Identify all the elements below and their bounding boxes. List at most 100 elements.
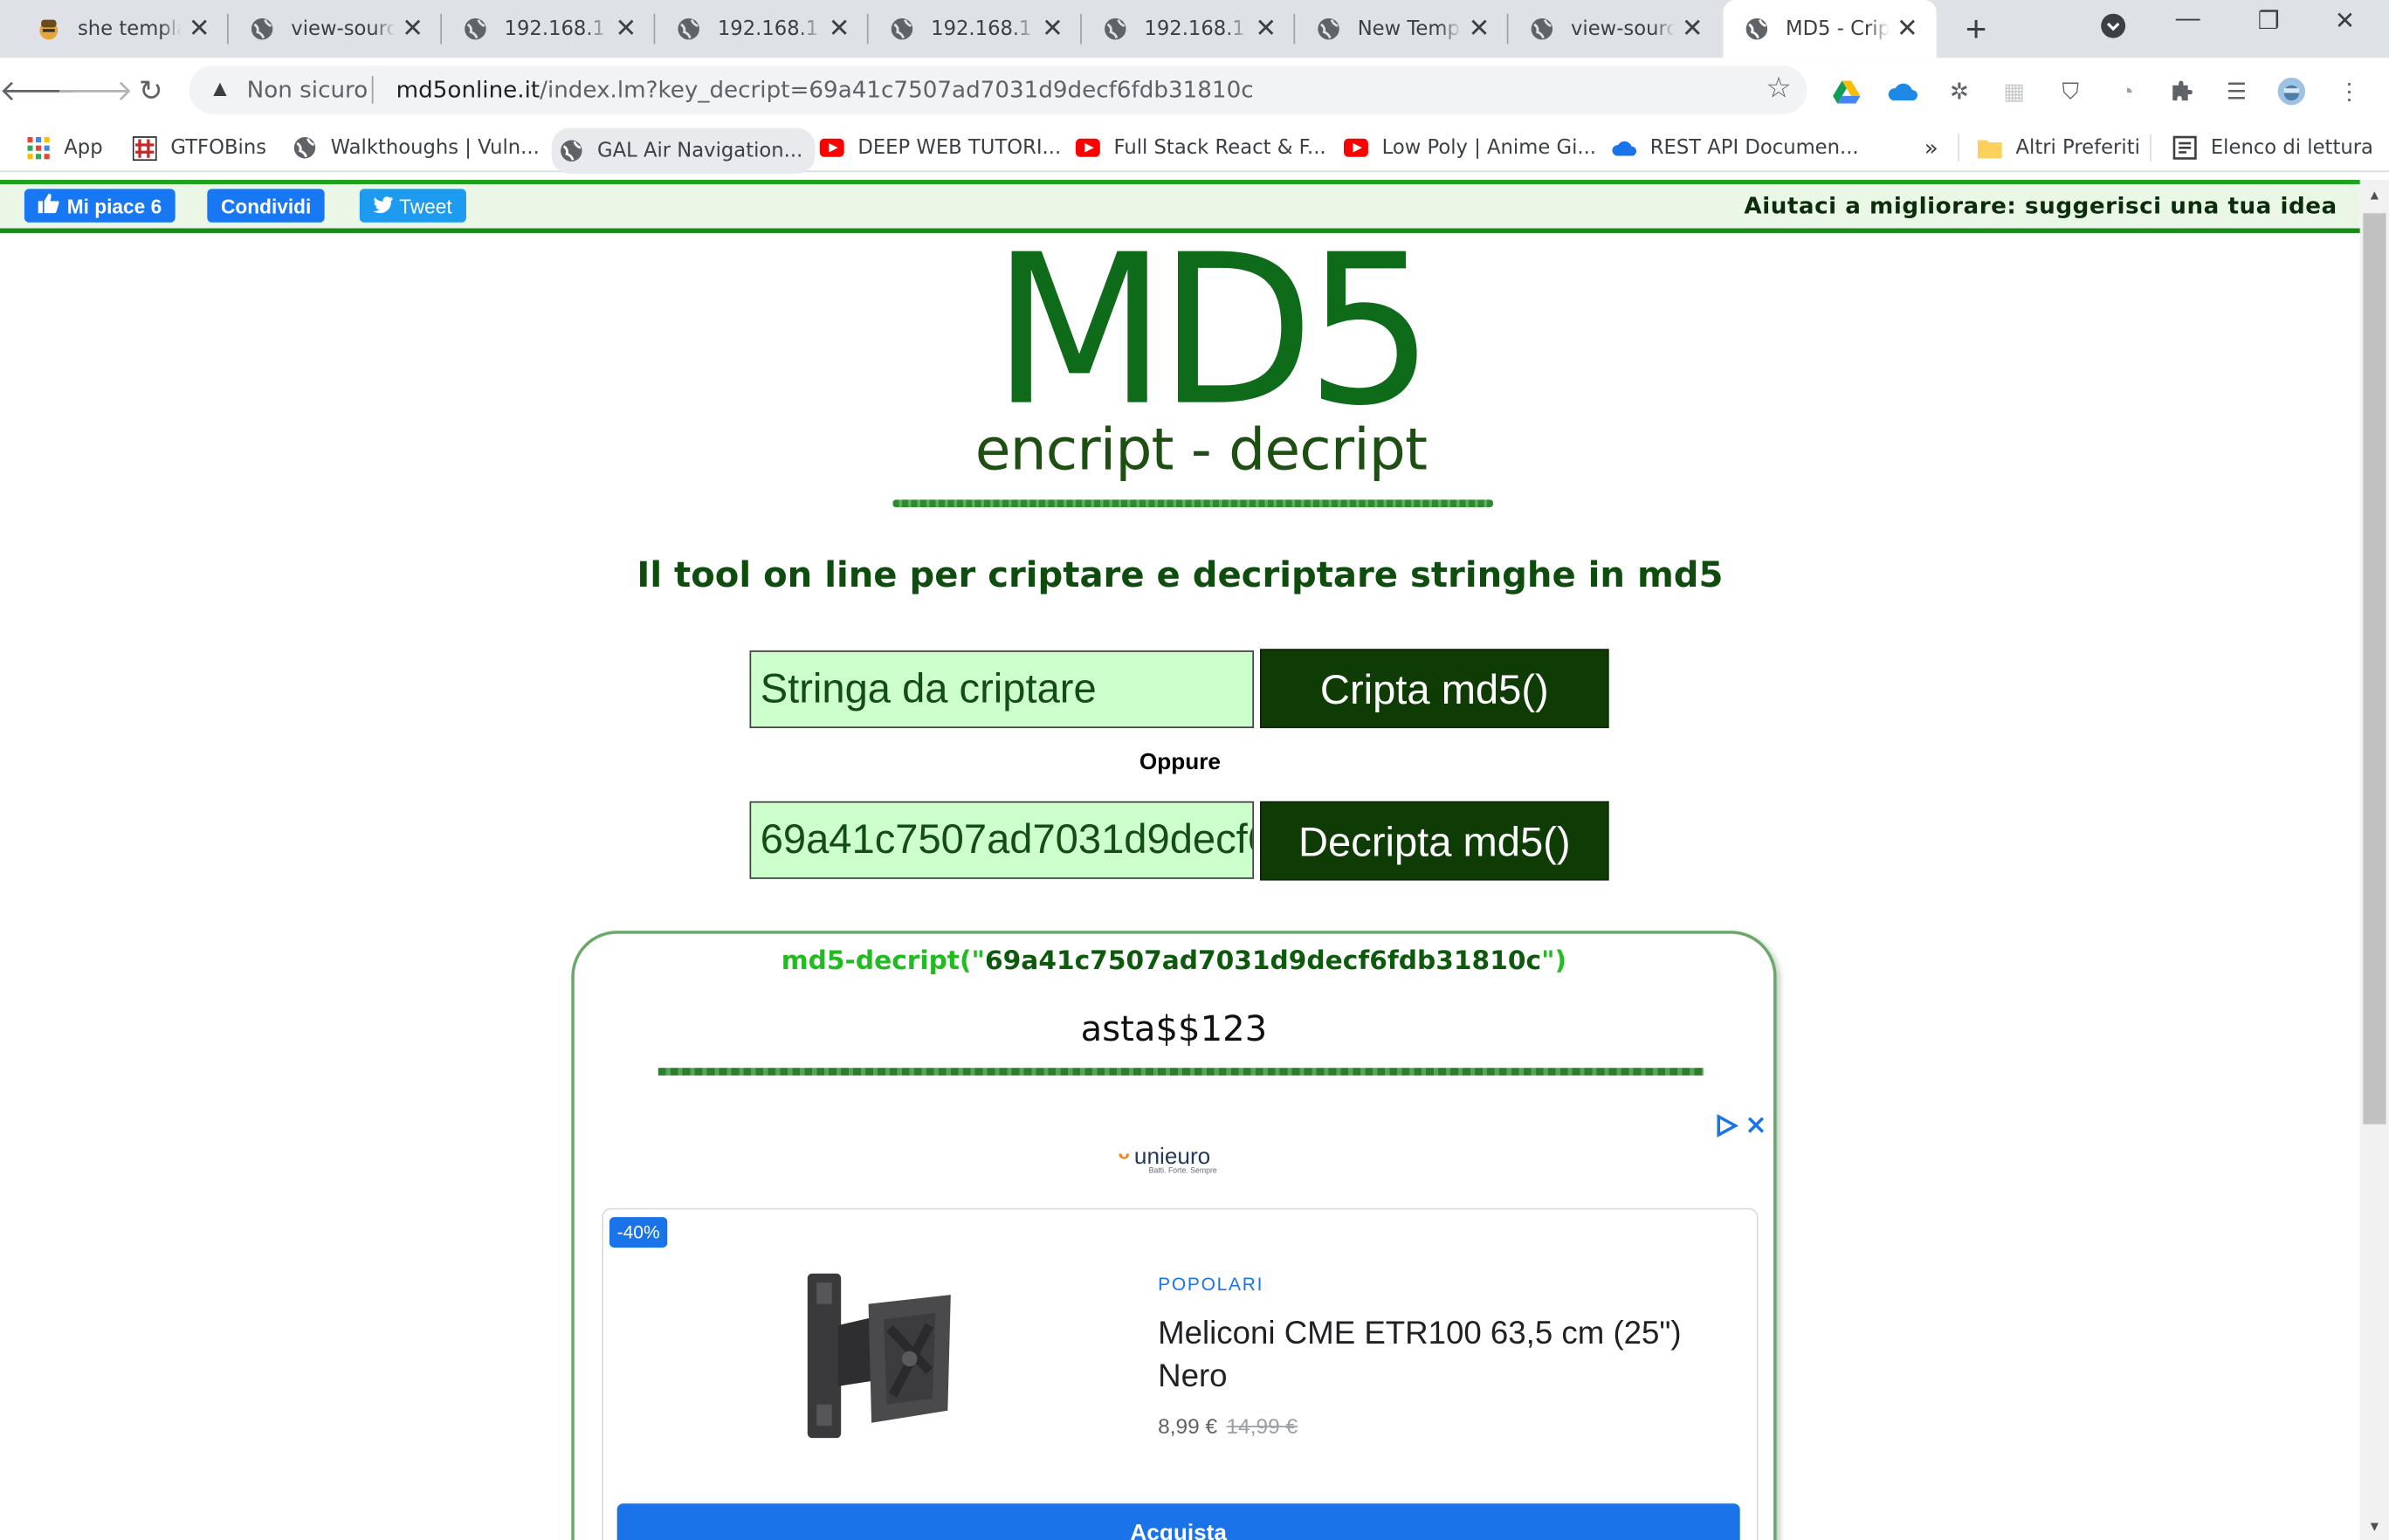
facebook-like-button[interactable]: Mi piace 6: [24, 189, 176, 223]
bookmark-deep-web[interactable]: DEEP WEB TUTORI...: [819, 133, 1062, 163]
tab-title: MD5 - Crip: [1786, 17, 1890, 41]
close-tab-icon[interactable]: ✕: [1897, 15, 1918, 41]
close-tab-icon[interactable]: ✕: [189, 15, 210, 41]
reload-icon[interactable]: ↻: [131, 72, 170, 111]
buy-button[interactable]: Acquista: [616, 1503, 1740, 1540]
logo-underline: [892, 499, 1494, 508]
url-text[interactable]: md5online.it/index.lm?key_decript=69a41c…: [396, 76, 1254, 103]
globe-icon: [293, 135, 317, 160]
onedrive-cloud-icon[interactable]: [1888, 76, 1918, 107]
bookmark-label: REST API Documen...: [1649, 136, 1859, 160]
media-queue-icon[interactable]: ☰: [2221, 76, 2252, 107]
tab-5[interactable]: 192.168.1.5 ✕: [869, 0, 1082, 58]
decrypt-call-label: md5-decript("69a41c7507ad7031d9decf6fdb3…: [575, 946, 1773, 977]
google-drive-icon[interactable]: [1831, 76, 1862, 107]
unieuro-mark-icon: ᵕ: [1118, 1140, 1130, 1172]
minimize-icon[interactable]: —: [2165, 6, 2211, 33]
tab-search-icon[interactable]: [2090, 12, 2136, 47]
bookmark-gal-air[interactable]: GAL Air Navigation...: [551, 127, 816, 174]
fn-hash: 69a41c7507ad7031d9decf6fdb31810c: [985, 945, 1542, 977]
page-scrollbar[interactable]: ▲ ▼: [2359, 179, 2389, 1540]
bookmark-label: DEEP WEB TUTORI...: [857, 136, 1062, 160]
adchoices-icon[interactable]: [1716, 1114, 1767, 1146]
bookmark-label: GAL Air Navigation...: [597, 139, 803, 162]
tv-mount-product-image[interactable]: [802, 1264, 969, 1454]
bookmark-label: Low Poly | Anime Gi...: [1381, 136, 1597, 160]
omnibox-divider: [371, 76, 374, 104]
tab-title: 192.168.1.5: [504, 17, 609, 41]
bookmark-app[interactable]: App: [26, 133, 103, 163]
cloud-icon: [1612, 135, 1637, 160]
bookmark-gtfobins[interactable]: GTFOBins: [132, 133, 266, 163]
close-tab-icon[interactable]: ✕: [1469, 15, 1491, 41]
tab-8[interactable]: view-sourc ✕: [1508, 0, 1721, 58]
tab-1[interactable]: she templa ✕: [15, 0, 229, 58]
tab-3[interactable]: 192.168.1.5 ✕: [442, 0, 656, 58]
youtube-icon: [819, 135, 844, 160]
tab-4[interactable]: 192.168.1.5 ✕: [655, 0, 869, 58]
tab-6[interactable]: 192.168.1.5 ✕: [1082, 0, 1296, 58]
restore-icon[interactable]: ❐: [2246, 6, 2291, 37]
url-domain: md5online.it: [396, 76, 540, 104]
facebook-share-button[interactable]: Condividi: [207, 189, 326, 223]
close-tab-icon[interactable]: ✕: [616, 15, 637, 41]
apps-grid-icon: [26, 135, 51, 160]
scroll-down-icon[interactable]: ▼: [2368, 1519, 2382, 1534]
product-name[interactable]: Meliconi CME ETR100 63,5 cm (25") Nero: [1158, 1313, 1737, 1399]
old-price: 14,99 €: [1226, 1413, 1298, 1439]
bookmark-label: Walkthoughs | Vuln...: [330, 136, 540, 160]
extensions-puzzle-icon[interactable]: [2166, 76, 2197, 107]
scrollbar-thumb[interactable]: [2363, 213, 2386, 1124]
folder-icon: [1977, 135, 2002, 160]
forward-icon[interactable]: 🡒: [56, 72, 134, 111]
encrypt-input[interactable]: Stringa da criptare: [749, 650, 1255, 729]
tab-title: she templa: [77, 17, 182, 41]
ad-product-card[interactable]: -40% POPOLARI Meliconi CME ETR100 63,5 c: [602, 1207, 1759, 1540]
bookmark-altri-preferiti[interactable]: Altri Preferiti: [1977, 133, 2140, 163]
close-tab-icon[interactable]: ✕: [1682, 15, 1704, 41]
grid-extension-icon[interactable]: ▦: [1999, 76, 2029, 107]
bookmark-low-poly[interactable]: Low Poly | Anime Gi...: [1344, 133, 1596, 163]
close-tab-icon[interactable]: ✕: [829, 15, 850, 41]
tab-title: view-sourc: [1570, 17, 1675, 41]
tweet-button[interactable]: Tweet: [359, 189, 466, 223]
close-tab-icon[interactable]: ✕: [402, 15, 423, 41]
bookmark-label: App: [64, 136, 103, 160]
new-tab-button[interactable]: +: [1956, 9, 1995, 52]
menu-kebab-icon[interactable]: ⋮: [2334, 76, 2365, 107]
shield-extension-icon[interactable]: ⛉: [2055, 76, 2086, 107]
address-bar[interactable]: ▲ Non sicuro md5online.it/index.lm?key_d…: [189, 65, 1807, 114]
encrypt-button[interactable]: Cripta md5(): [1260, 649, 1609, 729]
suggest-idea-link[interactable]: Aiutaci a migliorare: suggerisci una tua…: [1744, 192, 2337, 219]
tab-strip: she templa ✕ view-sourc ✕ 192.168.1.5 ✕ …: [0, 0, 2389, 58]
md5-logo: MD5 encript - decript: [892, 211, 1497, 519]
bookmark-elenco-lettura[interactable]: Elenco di lettura: [2172, 133, 2373, 163]
decrypt-button[interactable]: Decripta md5(): [1260, 801, 1609, 881]
close-tab-icon[interactable]: ✕: [1255, 15, 1277, 41]
warning-icon[interactable]: ▲: [209, 76, 231, 102]
close-window-icon[interactable]: ✕: [2322, 6, 2367, 37]
unieuro-logo[interactable]: ᵕ unieuro Batti. Forte. Sempre: [1118, 1140, 1217, 1176]
bookmark-star-icon[interactable]: ☆: [1766, 72, 1792, 107]
fn-suffix: "): [1541, 945, 1567, 977]
decrypt-input[interactable]: 69a41c7507ad7031d9decf6fdb31810c: [749, 801, 1255, 879]
logo-main: MD5: [991, 211, 1435, 453]
bookmark-rest-api[interactable]: REST API Documen...: [1612, 133, 1859, 163]
bookmarks-overflow-icon[interactable]: »: [1924, 133, 1938, 163]
bug-extension-icon[interactable]: ✲: [1944, 76, 1974, 107]
bookmark-full-stack[interactable]: Full Stack React & F...: [1075, 133, 1326, 163]
bookmark-label: Full Stack React & F...: [1113, 136, 1326, 160]
profile-avatar-icon[interactable]: [2276, 76, 2307, 107]
scroll-up-icon[interactable]: ▲: [2368, 188, 2382, 203]
bookmark-walkthoughs[interactable]: Walkthoughs | Vuln...: [293, 133, 540, 163]
gauge-extension-icon[interactable]: ◔: [2111, 76, 2142, 107]
security-label[interactable]: Non sicuro: [247, 76, 368, 103]
result-divider: [657, 1068, 1704, 1076]
tab-active[interactable]: MD5 - Crip ✕: [1723, 0, 1937, 58]
tab-2[interactable]: view-sourc ✕: [229, 0, 443, 58]
tweet-label: Tweet: [399, 194, 452, 217]
back-icon[interactable]: 🡐: [0, 72, 77, 111]
tab-7[interactable]: New Templ ✕: [1295, 0, 1509, 58]
close-tab-icon[interactable]: ✕: [1042, 15, 1064, 41]
current-price: 8,99 €: [1158, 1413, 1218, 1439]
